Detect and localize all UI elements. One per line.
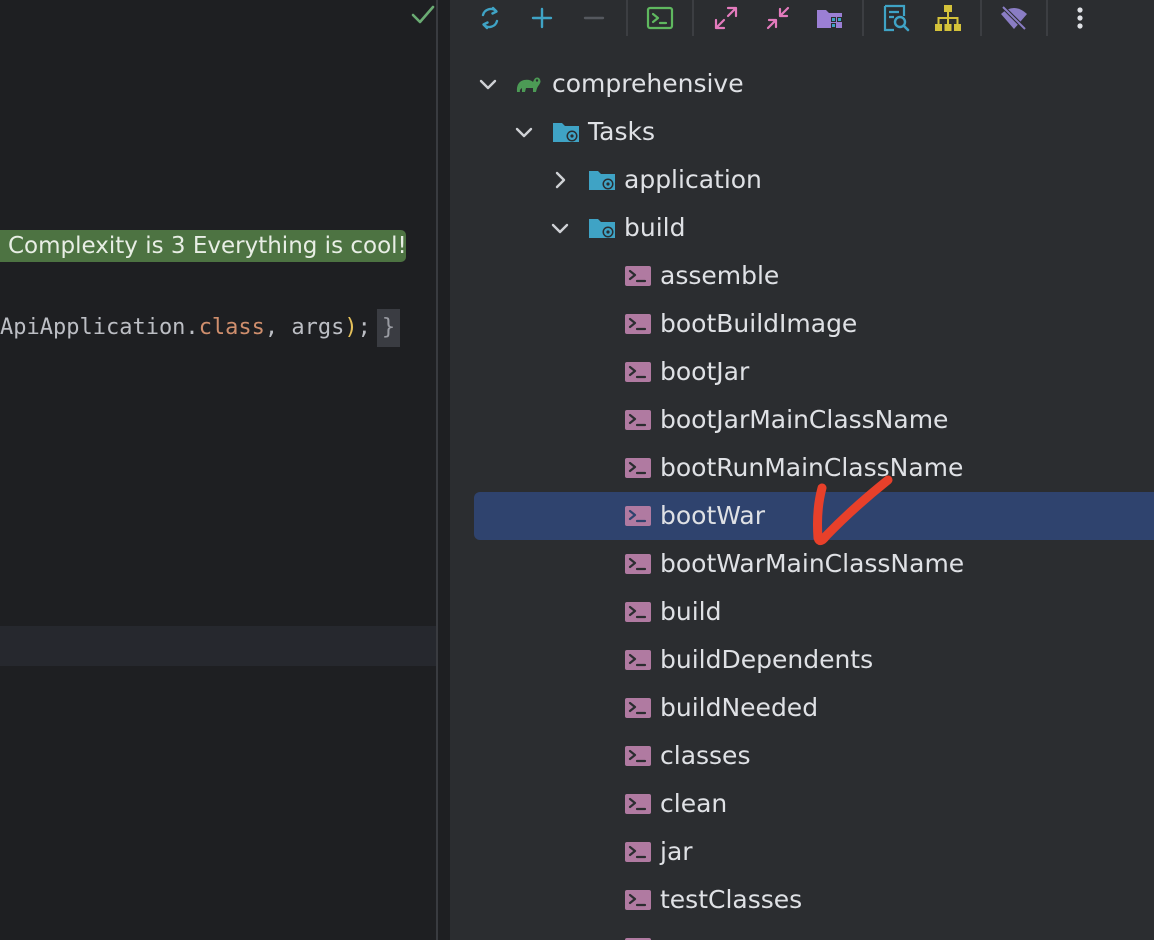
tree-node-task[interactable]: jar <box>450 828 1154 876</box>
gradle-task-icon <box>625 746 651 766</box>
more-options-icon[interactable] <box>1064 2 1096 34</box>
toolbar-separator <box>692 0 694 36</box>
code-class-ref: ApiApplication. <box>0 315 199 340</box>
execute-task-icon[interactable] <box>644 2 676 34</box>
folder-gear-icon <box>589 171 615 190</box>
gradle-task-icon <box>625 698 651 718</box>
tree-node-task[interactable]: bootBuildImage <box>450 300 1154 348</box>
tree-node-task[interactable]: bootJar <box>450 348 1154 396</box>
tree-node-group-application[interactable]: application <box>450 156 1154 204</box>
analyze-dependencies-icon[interactable] <box>880 2 912 34</box>
reload-all-icon[interactable] <box>474 2 506 34</box>
folded-block[interactable]: } <box>376 309 401 347</box>
gradle-task-icon <box>625 794 651 814</box>
tree-node-task-selected[interactable]: bootWar <box>450 492 1154 540</box>
check-icon <box>411 5 435 24</box>
tree-node-task[interactable]: bootWarMainClassName <box>450 540 1154 588</box>
folder-gear-icon <box>589 219 615 238</box>
tree-label-task: build <box>660 597 722 626</box>
code-args: , args <box>264 315 345 340</box>
gradle-task-icon <box>625 458 651 478</box>
tree-label-project: comprehensive <box>552 69 744 98</box>
editor-gutter-gap <box>438 0 450 940</box>
tree-node-task[interactable]: testClasses <box>450 876 1154 924</box>
tree-label-task: jar <box>660 837 693 866</box>
gradle-task-icon <box>625 410 651 430</box>
toolbar-separator <box>980 0 982 36</box>
tree-label-task: testClasses <box>660 885 803 914</box>
tree-node-task-partial[interactable] <box>450 924 1154 940</box>
tree-node-task[interactable]: build <box>450 588 1154 636</box>
annotation-checkmark-icon <box>813 475 893 546</box>
tree-label-task: bootWar <box>660 501 765 530</box>
code-paren: ) <box>344 315 358 340</box>
chevron-right-icon[interactable] <box>548 168 572 192</box>
chevron-down-icon[interactable] <box>512 120 536 144</box>
tree-label-task: clean <box>660 789 728 818</box>
gradle-task-icon <box>625 266 651 286</box>
code-keyword: class <box>198 315 265 340</box>
gradle-task-icon <box>625 650 651 670</box>
gradle-tool-window: comprehensive Tasks application build as… <box>450 0 1154 940</box>
tree-node-project[interactable]: comprehensive <box>450 60 1154 108</box>
tree-label-task: bootBuildImage <box>660 309 858 338</box>
tree-node-task[interactable]: buildDependents <box>450 636 1154 684</box>
tree-label-task: bootJar <box>660 357 750 386</box>
chevron-down-icon[interactable] <box>476 72 500 96</box>
tree-node-task[interactable]: bootRunMainClassName <box>450 444 1154 492</box>
gradle-task-icon <box>625 842 651 862</box>
tree-label-task: buildNeeded <box>660 693 819 722</box>
offline-mode-icon[interactable] <box>998 2 1030 34</box>
tree-node-tasks[interactable]: Tasks <box>450 108 1154 156</box>
gradle-task-icon <box>625 314 651 334</box>
gradle-task-icon <box>625 362 651 382</box>
gradle-toolbar <box>450 0 1154 40</box>
code-semicolon: ; <box>357 315 371 340</box>
tree-label-tasks: Tasks <box>588 117 655 146</box>
gradle-task-icon <box>625 938 651 940</box>
show-dependencies-icon[interactable] <box>932 2 964 34</box>
complexity-hint: Complexity is 3 Everything is cool! <box>0 230 407 262</box>
chevron-down-icon[interactable] <box>548 216 572 240</box>
tree-node-group-build[interactable]: build <box>450 204 1154 252</box>
add-icon[interactable] <box>526 2 558 34</box>
gradle-task-icon <box>625 506 651 526</box>
folder-gear-icon <box>553 123 579 142</box>
gradle-elephant-icon <box>516 77 541 92</box>
tree-node-task[interactable]: assemble <box>450 252 1154 300</box>
tree-node-task[interactable]: buildNeeded <box>450 684 1154 732</box>
toolbar-separator <box>862 0 864 36</box>
tree-label-task: assemble <box>660 261 780 290</box>
code-line[interactable]: ApiApplication.class, args);} <box>0 308 401 348</box>
collapse-all-icon[interactable] <box>762 2 794 34</box>
tree-node-task[interactable]: classes <box>450 732 1154 780</box>
code-editor[interactable]: Complexity is 3 Everything is cool! ApiA… <box>0 0 437 940</box>
tree-label-task: classes <box>660 741 751 770</box>
current-line-highlight <box>0 626 437 666</box>
tree-label-task: bootJarMainClassName <box>660 405 949 434</box>
tree-node-task[interactable]: bootJarMainClassName <box>450 396 1154 444</box>
tree-node-task[interactable]: clean <box>450 780 1154 828</box>
gradle-task-icon <box>625 602 651 622</box>
remove-icon[interactable] <box>578 2 610 34</box>
expand-all-icon[interactable] <box>710 2 742 34</box>
tree-label-task: buildDependents <box>660 645 874 674</box>
tree-label-group: application <box>624 165 762 194</box>
gradle-task-icon <box>625 890 651 910</box>
tree-label-group: build <box>624 213 686 242</box>
source-sets-icon[interactable] <box>814 2 846 34</box>
toolbar-separator <box>1046 0 1048 36</box>
toolbar-separator <box>626 0 628 36</box>
gradle-task-icon <box>625 554 651 574</box>
